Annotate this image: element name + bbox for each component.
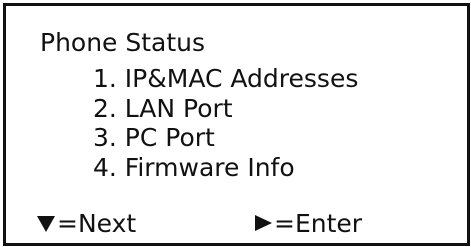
enter-hint-label: =Enter [274, 208, 363, 238]
menu-item-ip-mac-addresses[interactable]: 1. IP&MAC Addresses [93, 64, 358, 94]
next-hint-label: =Next [57, 208, 137, 238]
enter-hint: =Enter [255, 208, 362, 238]
menu-item-pc-port[interactable]: 3. PC Port [93, 123, 358, 153]
menu-item-lan-port[interactable]: 2. LAN Port [93, 94, 358, 124]
down-triangle-icon [37, 216, 55, 232]
menu-item-firmware-info[interactable]: 4. Firmware Info [93, 153, 358, 183]
softkey-hints: =Next =Enter [6, 208, 467, 238]
next-hint: =Next [37, 208, 136, 238]
status-menu: 1. IP&MAC Addresses 2. LAN Port 3. PC Po… [93, 64, 358, 182]
phone-display-screen: Phone Status 1. IP&MAC Addresses 2. LAN … [3, 3, 470, 246]
page-title: Phone Status [40, 28, 206, 57]
right-triangle-icon [255, 215, 272, 231]
